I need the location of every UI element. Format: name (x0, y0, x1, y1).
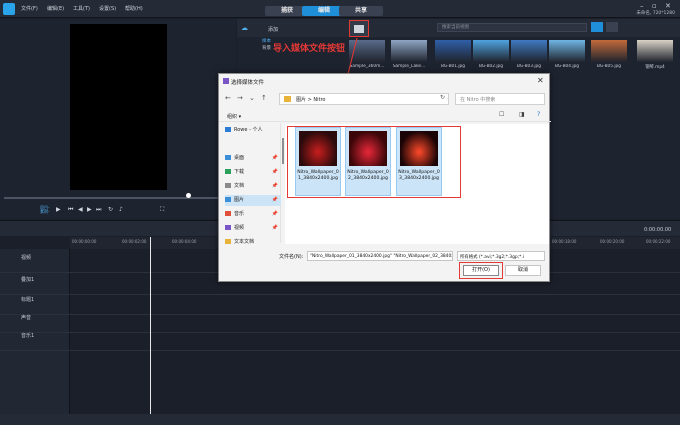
timecode-label: 00:00:02:00 (122, 239, 147, 244)
nav-item[interactable]: Rowe - 个人 (225, 125, 281, 136)
nav-item[interactable]: 桌面 📌 (225, 153, 281, 164)
nav-item-label: 文档 (234, 183, 245, 189)
select-media-dialog: 选择媒体文件 ✕ ← → ⌄ ↑ 图片 > Nitro ↻ 在 Nitro 中搜… (218, 73, 551, 282)
nav-item-label: 文本文档 (234, 239, 255, 245)
preview-pane-icon[interactable]: ◨ (519, 111, 525, 118)
track-label: 音乐1 (21, 333, 35, 339)
timecode-label: 00:00:18:00 (552, 239, 577, 244)
file-thumbnail (349, 131, 387, 166)
organize-button[interactable]: 组织 ▾ (227, 113, 241, 120)
playhead[interactable] (150, 237, 151, 414)
help-icon[interactable]: ? (537, 111, 540, 118)
nav-item-icon (225, 183, 231, 188)
folder-icon (284, 96, 291, 102)
file-name: Nitro_Wallpaper_01_3840x2400.jpg (297, 170, 339, 181)
pin-icon: 📌 (271, 155, 278, 161)
nav-item-label: 下载 (234, 169, 245, 175)
refresh-icon[interactable]: ↻ (440, 94, 445, 101)
track-label: 叠加1 (21, 277, 35, 283)
nav-item-icon (225, 225, 231, 230)
nav-item[interactable]: 图片 📌 (225, 195, 281, 206)
cancel-button[interactable]: 取消 (505, 265, 541, 276)
dialog-search-input[interactable]: 在 Nitro 中搜索 (455, 93, 545, 105)
filename-row: 文件名(N): "Nitro_Wallpaper_01_3840x2400.jp… (219, 250, 551, 262)
nav-item-icon (225, 169, 231, 174)
timecode-label: 00:00:00:00 (72, 239, 97, 244)
filename-label: 文件名(N): (279, 254, 304, 260)
dialog-close-icon[interactable]: ✕ (537, 76, 544, 85)
track-label: 标题1 (21, 297, 35, 303)
dialog-search-placeholder: 在 Nitro 中搜索 (460, 97, 496, 103)
file-thumbnail (400, 131, 438, 166)
track-divider (0, 350, 680, 351)
dialog-title: 选择媒体文件 (231, 80, 265, 86)
track-divider (0, 332, 680, 333)
file-item[interactable]: Nitro_Wallpaper_02_3840x2400.jpg (345, 127, 391, 196)
timeline-time-display: 0:00:00.00 (644, 227, 672, 233)
file-thumbnail (299, 131, 337, 166)
nav-item-label: 视频 (234, 225, 245, 231)
nav-scrollbar[interactable] (282, 138, 284, 164)
nav-item[interactable]: 下载 📌 (225, 167, 281, 178)
file-name: Nitro_Wallpaper_02_3840x2400.jpg (347, 170, 389, 181)
nav-item-label: Rowe - 个人 (234, 127, 263, 133)
pin-icon: 📌 (271, 183, 278, 189)
nav-item-icon (225, 239, 231, 244)
nav-item-icon (225, 211, 231, 216)
pin-icon: 📌 (271, 197, 278, 203)
open-button[interactable]: 打开(O) (463, 265, 499, 276)
dialog-nav-row: ← → ⌄ ↑ 图片 > Nitro ↻ 在 Nitro 中搜索 (219, 91, 551, 107)
timecode-label: 00:00:04:00 (172, 239, 197, 244)
pin-icon: 📌 (271, 225, 278, 231)
pin-icon: 📌 (271, 169, 278, 175)
nav-item-icon (225, 197, 231, 202)
back-icon[interactable]: ← (225, 94, 231, 102)
forward-icon[interactable]: → (237, 94, 243, 102)
timecode-label: 00:00:22:00 (646, 239, 671, 244)
dropdown-icon[interactable]: ⌄ (249, 94, 255, 102)
pin-icon: 📌 (271, 211, 278, 217)
filetype-select[interactable]: 所有格式 (*.avi;*.3g2;*.3gp;*.i (457, 251, 545, 261)
breadcrumb-nitro[interactable]: Nitro (313, 97, 325, 103)
file-item[interactable]: Nitro_Wallpaper_01_3840x2400.jpg (295, 127, 341, 196)
track-label: 视频 (21, 255, 32, 261)
nav-item-label: 音乐 (234, 211, 245, 217)
breadcrumb[interactable]: 图片 > Nitro (296, 96, 326, 103)
nav-item-label: 图片 (234, 197, 245, 203)
track-label: 声音 (21, 315, 32, 321)
nav-item-icon (225, 127, 231, 132)
dialog-nav-pane: Rowe - 个人 桌面 📌 下载 📌 文档 📌 图片 📌 音乐 📌 视频 📌 文本文档 (219, 123, 281, 245)
file-item[interactable]: Nitro_Wallpaper_03_3840x2400.jpg (396, 127, 442, 196)
timecode-label: 00:00:20:00 (600, 239, 625, 244)
filename-input[interactable]: "Nitro_Wallpaper_01_3840x2400.jpg" "Nitr… (307, 251, 453, 261)
bottom-bar (0, 414, 680, 425)
nav-item[interactable]: 视频 📌 (225, 223, 281, 234)
dialog-app-icon (223, 78, 229, 84)
track-divider (0, 314, 680, 315)
nav-item[interactable]: 音乐 📌 (225, 209, 281, 220)
breadcrumb-pictures[interactable]: 图片 (296, 97, 306, 103)
file-name: Nitro_Wallpaper_03_3840x2400.jpg (398, 170, 440, 181)
track-divider (0, 294, 680, 295)
address-bar[interactable]: 图片 > Nitro ↻ (279, 93, 449, 105)
nav-item-icon (225, 155, 231, 160)
nav-item-label: 桌面 (234, 155, 245, 161)
nav-item[interactable]: 文本文档 (225, 237, 281, 248)
nav-item[interactable]: 文档 📌 (225, 181, 281, 192)
dialog-command-row: 组织 ▾ ☐ ◨ ? (219, 109, 551, 122)
view-options-icon[interactable]: ☐ (499, 111, 504, 118)
up-icon[interactable]: ↑ (261, 94, 267, 102)
